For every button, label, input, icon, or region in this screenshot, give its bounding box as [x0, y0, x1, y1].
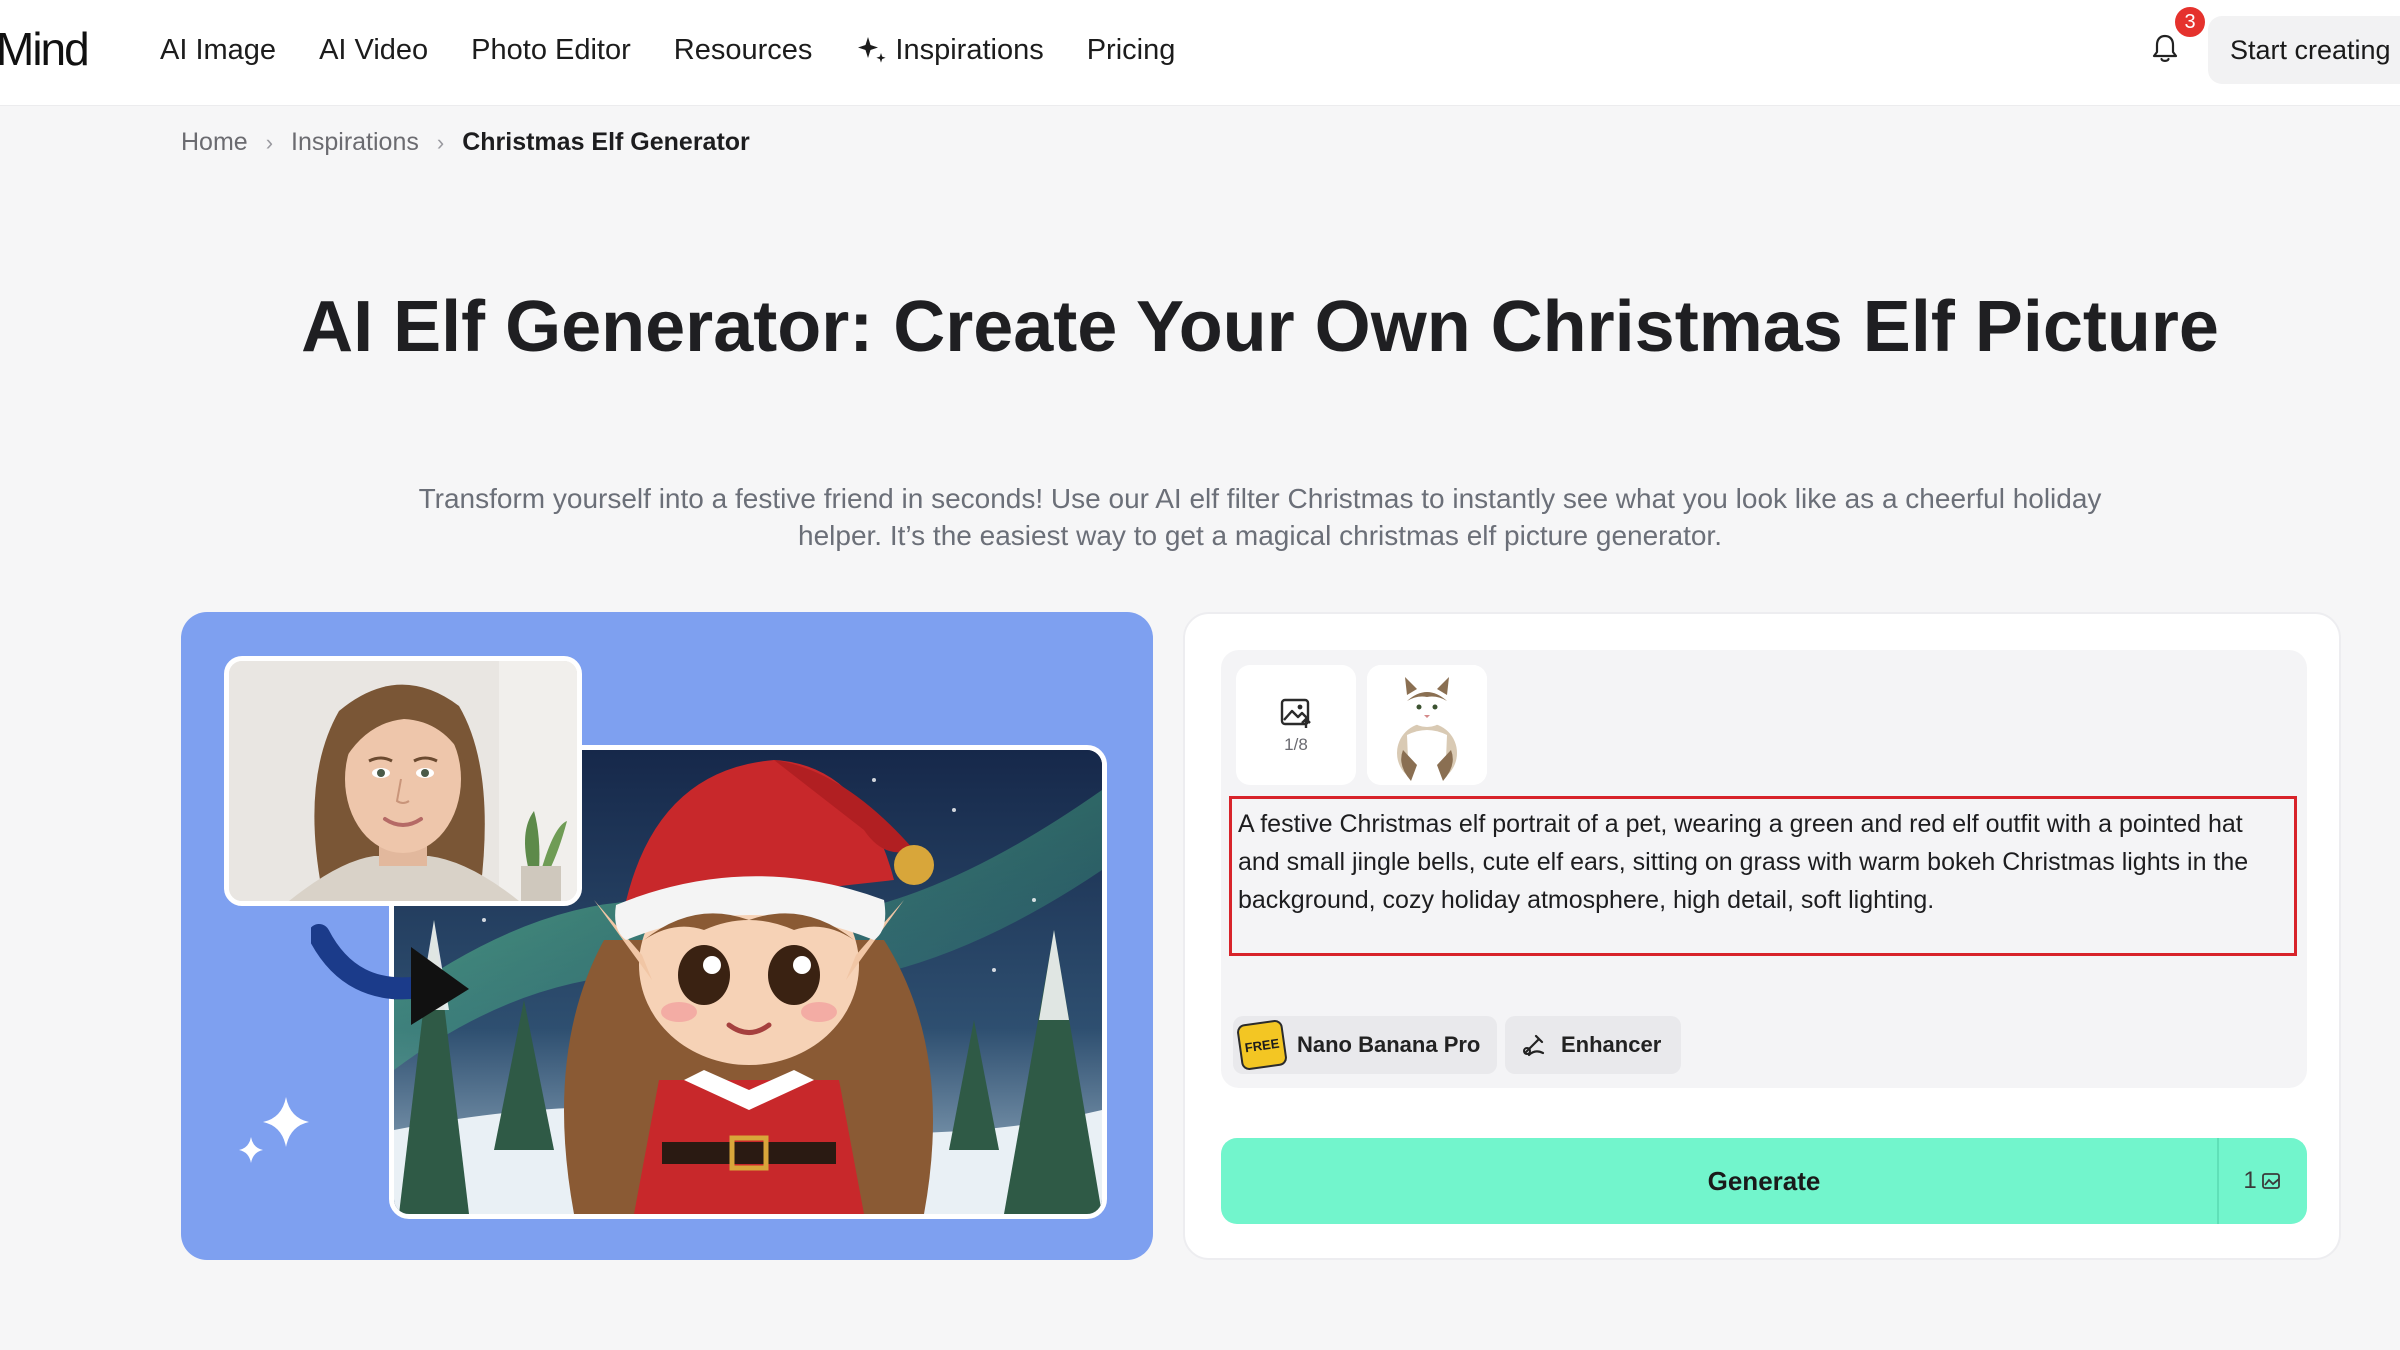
arrow-right-icon — [311, 924, 469, 1025]
breadcrumb-current: Christmas Elf Generator — [462, 128, 750, 156]
generate-label: Generate — [1707, 1165, 1821, 1196]
generate-cost-value: 1 — [2243, 1167, 2257, 1194]
notification-badge: 3 — [2172, 4, 2208, 40]
top-header: Mind AI Image AI Video Photo Editor Reso… — [0, 0, 2400, 106]
breadcrumb-home[interactable]: Home — [181, 128, 248, 157]
image-upload-icon — [1280, 698, 1311, 728]
enhancer-button[interactable]: Enhancer — [1505, 1016, 1681, 1074]
nav-photo-editor[interactable]: Photo Editor — [471, 34, 631, 67]
sparkle-icon — [858, 37, 887, 63]
input-area: 1/8 A festive Christmas elf portrait of … — [1221, 650, 2307, 1088]
logo[interactable]: Mind — [0, 22, 90, 76]
breadcrumb: Home › Inspirations › Christmas Elf Gene… — [181, 128, 750, 157]
model-label: Nano Banana Pro — [1297, 1032, 1481, 1057]
generate-button[interactable]: Generate 1 — [1221, 1138, 2307, 1224]
example-showcase — [181, 612, 1153, 1260]
upload-count: 1/8 — [1284, 735, 1308, 754]
chevron-right-icon: › — [265, 129, 274, 155]
model-selector[interactable]: FREE Nano Banana Pro — [1233, 1016, 1497, 1074]
uploaded-cat-thumbnail[interactable] — [1367, 665, 1487, 785]
nav-ai-video[interactable]: AI Video — [319, 34, 428, 67]
original-photo — [224, 656, 582, 906]
page-title: AI Elf Generator: Create Your Own Christ… — [301, 287, 2219, 367]
prompt-textarea[interactable]: A festive Christmas elf portrait of a pe… — [1229, 796, 2297, 956]
nav-pricing[interactable]: Pricing — [1087, 34, 1176, 67]
start-creating-button[interactable]: Start creating — [2208, 16, 2400, 84]
enhancer-label: Enhancer — [1561, 1032, 1662, 1057]
main-nav: AI Image AI Video Photo Editor Resources… — [160, 0, 1218, 100]
nav-inspirations-label: Inspirations — [895, 33, 1044, 66]
generator-panel: 1/8 A festive Christmas elf portrait of … — [1183, 612, 2341, 1260]
bell-icon[interactable] — [2148, 32, 2182, 66]
image-credit-icon — [2261, 1173, 2280, 1189]
nav-ai-image[interactable]: AI Image — [160, 34, 276, 67]
free-badge-icon: FREE — [1236, 1019, 1288, 1071]
nav-inspirations[interactable]: Inspirations — [855, 33, 1044, 67]
generate-cost: 1 — [2217, 1138, 2307, 1224]
chevron-right-icon: › — [436, 129, 445, 155]
nav-resources[interactable]: Resources — [674, 34, 813, 67]
upload-image-button[interactable]: 1/8 — [1236, 665, 1356, 785]
sparkle-icon — [239, 1097, 309, 1163]
breadcrumb-inspirations[interactable]: Inspirations — [291, 128, 419, 157]
page-subtitle: Transform yourself into a festive friend… — [418, 483, 2102, 551]
enhance-wand-icon — [1523, 1034, 1545, 1057]
